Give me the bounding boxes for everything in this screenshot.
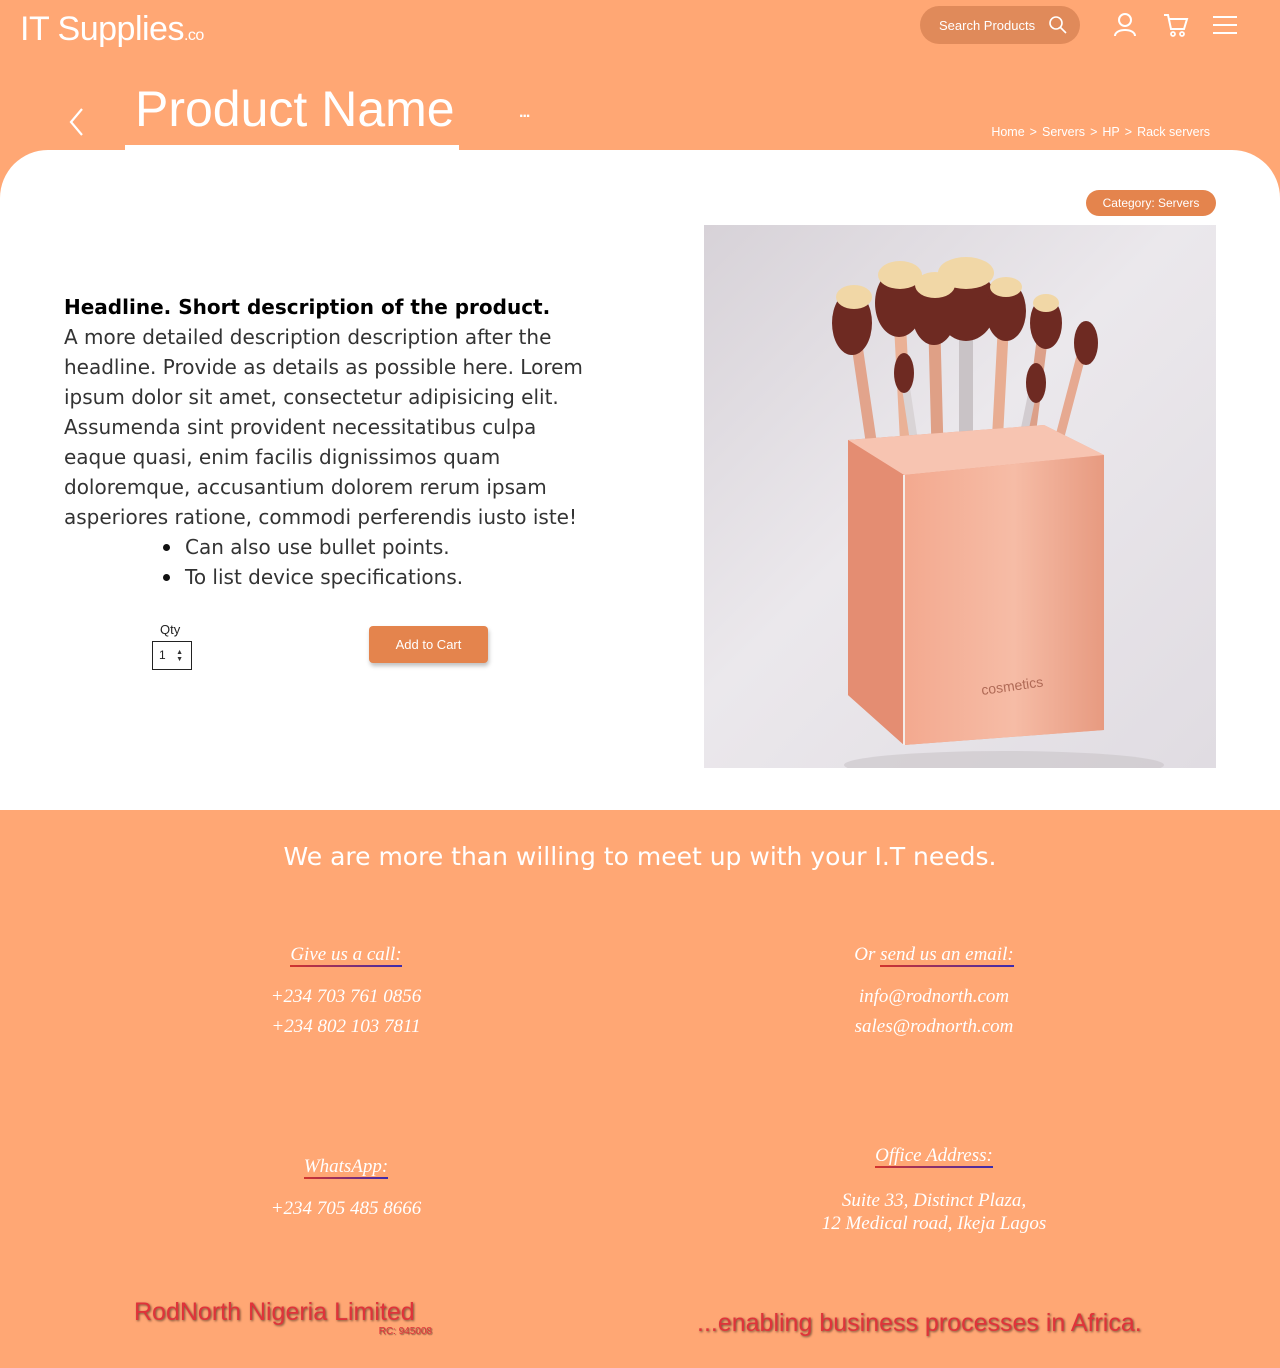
list-item: Can also use bullet points. [163, 532, 584, 562]
whatsapp-heading: WhatsApp: [303, 1156, 389, 1179]
search-icon[interactable] [1048, 15, 1068, 35]
page-title-tab: Product Name [125, 80, 459, 150]
logo-main: IT Supplies [20, 10, 184, 48]
company-slogan: ...enabling business processes in Africa… [697, 1309, 1142, 1337]
office-section: Office Address: Suite 33, Distinct Plaza… [734, 1145, 1134, 1235]
company-name: RodNorth Nigeria Limited [134, 1298, 415, 1326]
breadcrumb-separator: > [1029, 125, 1037, 139]
breadcrumb-separator: > [1124, 125, 1133, 139]
office-address-line: 12 Medical road, Ikeja Lagos [821, 1213, 1047, 1234]
call-heading: Give us a call: [290, 944, 402, 967]
spec-list: Can also use bullet points. To list devi… [163, 532, 584, 592]
whatsapp-link[interactable]: +234 705 485 8666 [146, 1194, 546, 1224]
qty-value: 1 [159, 648, 166, 662]
email-section: Or send us an email: info@rodnorth.com s… [734, 944, 1134, 1042]
product-image: cosmetics [704, 225, 1216, 768]
breadcrumb-separator: > [1090, 125, 1098, 139]
phone-link[interactable]: +234 802 103 7811 [146, 1012, 546, 1042]
office-heading: Office Address: [875, 1145, 993, 1168]
email-link[interactable]: sales@rodnorth.com [734, 1012, 1134, 1042]
brush-holder-illustration: cosmetics [832, 257, 1164, 768]
email-prefix: Or [854, 944, 881, 965]
category-badge[interactable]: Category: Servers [1086, 190, 1216, 216]
spinner-arrows-icon[interactable]: ▲ ▼ [176, 649, 183, 663]
more-options-button[interactable]: ... [519, 104, 530, 122]
cart-icon[interactable] [1163, 12, 1189, 38]
site-logo[interactable]: IT Supplies.co [20, 10, 204, 49]
menu-icon[interactable] [1213, 15, 1237, 35]
user-icon[interactable] [1113, 12, 1137, 38]
search-placeholder: Search Products [939, 17, 1036, 33]
list-item: To list device specifications. [163, 562, 584, 592]
search-input[interactable]: Search Products [920, 6, 1080, 44]
call-section: Give us a call: +234 703 761 0856 +234 8… [146, 944, 546, 1042]
product-description: Headline. Short description of the produ… [64, 292, 584, 592]
quantity-stepper[interactable]: 1 ▲ ▼ [152, 641, 192, 670]
office-address-line: Suite 33, Distinct Plaza, [841, 1190, 1027, 1211]
company-rc-number: RC: 945008 [378, 1326, 432, 1337]
breadcrumb-rack-servers[interactable]: Rack servers [1137, 125, 1210, 139]
email-heading: send us an email: [880, 944, 1014, 967]
email-link[interactable]: info@rodnorth.com [734, 982, 1134, 1012]
product-card: Category: Servers Headline. Short descri… [0, 150, 1280, 810]
back-arrow-icon[interactable] [66, 106, 90, 138]
breadcrumb-home[interactable]: Home [991, 125, 1024, 139]
breadcrumb-servers[interactable]: Servers [1042, 125, 1085, 139]
product-headline: Headline. Short description of the produ… [64, 295, 551, 319]
breadcrumb: Home > Servers > HP > Rack servers [991, 125, 1210, 139]
whatsapp-section: WhatsApp: +234 705 485 8666 [146, 1156, 546, 1224]
product-details: A more detailed description description … [64, 325, 583, 529]
breadcrumb-hp[interactable]: HP [1102, 125, 1119, 139]
page-title: Product Name [135, 81, 455, 137]
logo-tld: .co [183, 27, 204, 44]
footer-tagline: We are more than willing to meet up with… [283, 842, 997, 871]
add-to-cart-button[interactable]: Add to Cart [369, 626, 488, 663]
phone-link[interactable]: +234 703 761 0856 [146, 982, 546, 1012]
qty-label: Qty [160, 622, 181, 637]
